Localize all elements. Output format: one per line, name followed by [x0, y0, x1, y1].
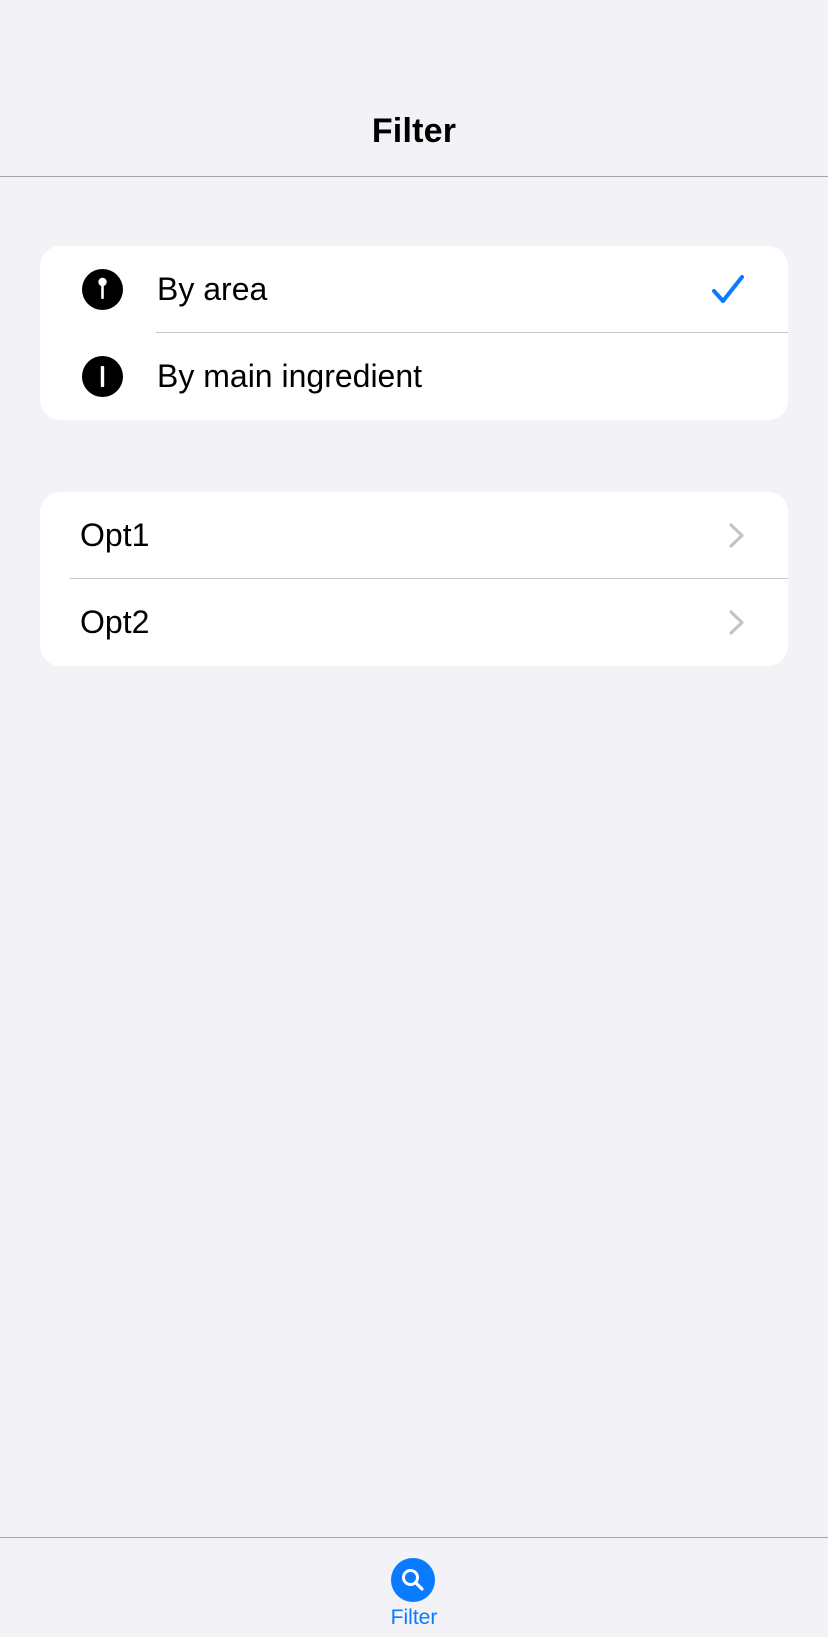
filter-type-label: By area	[157, 271, 268, 307]
search-icon	[391, 1558, 435, 1602]
tab-label: Filter	[390, 1606, 438, 1629]
option-row-opt1[interactable]: Opt1	[40, 492, 788, 579]
filter-type-group: By area By main ingredient	[40, 246, 788, 420]
option-label: Opt2	[80, 604, 150, 640]
info-icon	[82, 356, 123, 397]
chevron-right-icon	[729, 610, 744, 635]
tab-bar: Filter	[0, 1537, 828, 1637]
filter-type-row-area[interactable]: By area	[40, 246, 788, 333]
page-title: Filter	[371, 112, 457, 150]
pin-icon	[82, 269, 123, 310]
filter-type-row-ingredient[interactable]: By main ingredient	[40, 333, 788, 420]
option-row-opt2[interactable]: Opt2	[40, 579, 788, 666]
chevron-right-icon	[729, 523, 744, 548]
options-group: Opt1 Opt2	[40, 492, 788, 666]
checkmark-icon	[712, 275, 744, 303]
option-label: Opt1	[80, 517, 150, 553]
navigation-bar: Filter	[0, 0, 828, 177]
tab-filter[interactable]: Filter	[364, 1538, 464, 1637]
filter-type-label: By main ingredient	[157, 358, 423, 394]
